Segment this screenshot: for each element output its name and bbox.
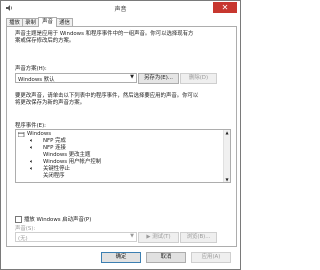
events-scrollbar[interactable]: ▲ ▼ xyxy=(223,130,230,182)
speaker-icon: 🔈︎ xyxy=(30,159,34,165)
list-item[interactable]: 🔈︎ 关键性停止 xyxy=(16,166,221,173)
delete-button[interactable]: 删除(D) xyxy=(180,73,217,84)
speaker-icon: 🔈︎ xyxy=(30,138,34,144)
list-item[interactable]: Windows 更改主题 xyxy=(16,152,221,159)
scroll-down-icon[interactable]: ▼ xyxy=(224,177,230,182)
browse-button[interactable]: 浏览(B)... xyxy=(180,232,217,243)
scroll-up-icon[interactable]: ▲ xyxy=(224,130,230,135)
chevron-down-icon: ▼ xyxy=(130,233,134,239)
title-bar: 声音 ✕ xyxy=(1,1,240,15)
list-item[interactable]: 🔈︎ NFP 连接 xyxy=(16,145,221,152)
sound-dialog: 声音 ✕ 播放 录制 声音 通信 声音主题是应用于 Windows 和程序事件中… xyxy=(0,0,241,270)
startup-sound-label: 播放 Windows 启动声音(P) xyxy=(24,217,92,223)
list-item-label: Windows 更改主题 xyxy=(43,152,91,158)
test-button-label: 测试(T) xyxy=(152,234,171,240)
test-button[interactable]: ▶ 测试(T) xyxy=(138,232,179,243)
list-item[interactable]: 🔈︎ Windows 用户帐户控制 xyxy=(16,159,221,166)
list-item-label: 关键性停止 xyxy=(43,166,70,172)
list-item-label: Windows xyxy=(27,131,52,137)
chevron-down-icon: ▼ xyxy=(130,74,134,80)
list-item-label: Windows 用户帐户控制 xyxy=(43,159,102,165)
sounds-panel: 声音主题是应用于 Windows 和程序事件中的一组声音。你可以选择现有方 案或… xyxy=(6,26,237,247)
description-line: 案或保存修改后的方案。 xyxy=(15,38,75,44)
list-item-label: 关闭程序 xyxy=(43,173,65,179)
cancel-button[interactable]: 取消 xyxy=(146,252,186,263)
change-info-line: 要更改声音，请单击以下列表中的程序事件，然后选择要应用的声音。你可以 xyxy=(15,93,199,99)
sounds-label: 声音(S): xyxy=(15,226,36,232)
list-item[interactable]: 🔈︎ NFP 完成 xyxy=(16,138,221,145)
events-label: 程序事件(E): xyxy=(15,123,46,129)
description-line: 声音主题是应用于 Windows 和程序事件中的一组声音。你可以选择现有方 xyxy=(15,31,194,37)
list-item-label: NFP 完成 xyxy=(43,138,66,144)
scheme-select[interactable]: Windows 默认 ▼ xyxy=(15,73,137,83)
scheme-label: 声音方案(H): xyxy=(15,66,47,72)
startup-sound-checkbox[interactable] xyxy=(15,216,22,223)
list-item[interactable]: 关闭程序 xyxy=(16,173,221,180)
apply-button[interactable]: 应用(A) xyxy=(191,252,231,263)
windows-logo-icon xyxy=(18,132,25,137)
save-as-button[interactable]: 另存为(E)... xyxy=(138,73,179,84)
change-info-text: 要更改声音，请单击以下列表中的程序事件，然后选择要应用的声音。你可以 将更改保存… xyxy=(15,93,215,107)
ok-button[interactable]: 确定 xyxy=(101,252,141,263)
change-info-line: 将更改保存为新的声音方案。 xyxy=(15,100,86,106)
sound-value: (无) xyxy=(18,235,28,242)
scheme-value: Windows 默认 xyxy=(18,76,55,83)
sound-select[interactable]: (无) ▼ xyxy=(15,232,137,242)
description-text: 声音主题是应用于 Windows 和程序事件中的一组声音。你可以选择现有方 案或… xyxy=(15,31,215,45)
tab-sounds[interactable]: 声音 xyxy=(38,17,57,27)
speaker-icon: 🔈︎ xyxy=(30,145,34,151)
events-list[interactable]: Windows 🔈︎ NFP 完成 🔈︎ NFP 连接 Windows 更改主题… xyxy=(15,129,231,183)
list-item-label: NFP 连接 xyxy=(43,145,66,151)
window-title: 声音 xyxy=(114,6,127,13)
list-item[interactable]: Windows xyxy=(16,131,221,138)
speaker-icon: 🔈︎ xyxy=(30,166,34,172)
close-button[interactable]: ✕ xyxy=(213,2,237,13)
